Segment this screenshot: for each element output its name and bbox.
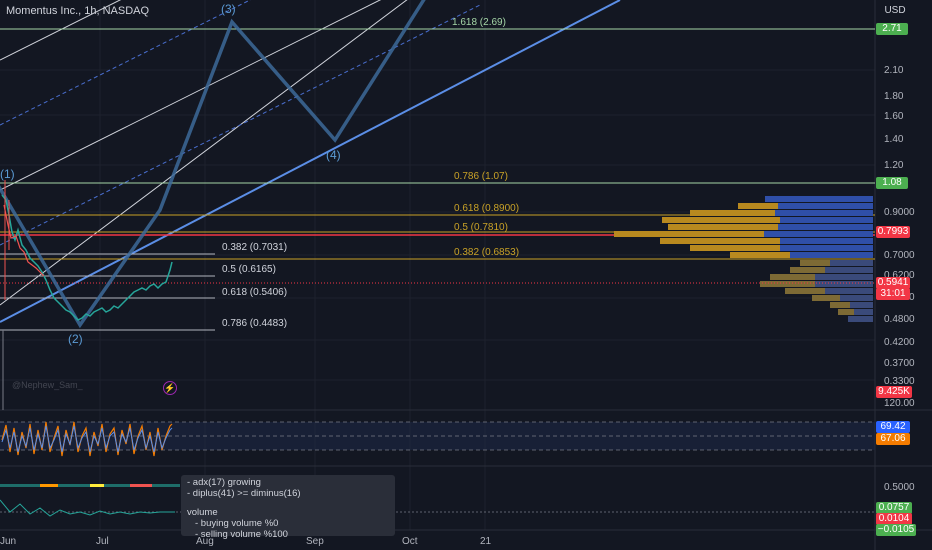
- volume-tag: 9.425K: [876, 386, 912, 398]
- fib-label-0618-left: 0.618 (0.5406): [222, 287, 288, 298]
- tooltip-line: - diplus(41) >= diminus(16): [187, 488, 301, 499]
- price-axis-label: 0.7000: [884, 250, 915, 261]
- countdown-tag: 31:01: [876, 288, 910, 300]
- tooltip-line: - selling volume %100: [195, 529, 288, 540]
- price-axis-label: 0.4800: [884, 314, 915, 325]
- bolt-icon[interactable]: ⚡: [163, 381, 177, 395]
- time-label-oct: Oct: [402, 536, 418, 547]
- tooltip-line: - adx(17) growing: [187, 477, 261, 488]
- fib-label-0382-left: 0.382 (0.7031): [222, 242, 288, 253]
- author-watermark: @Nephew_Sam_: [12, 380, 83, 390]
- currency-button[interactable]: USD: [880, 4, 910, 18]
- price-axis-label: 0.5000: [884, 482, 915, 493]
- wave-label-2: (2): [68, 332, 83, 346]
- fib-label-1618: 1.618 (2.69): [452, 17, 506, 28]
- indicator-tooltip: - adx(17) growing - diplus(41) >= diminu…: [181, 475, 395, 540]
- time-label-jun: Jun: [0, 536, 17, 547]
- price-tag-1-08: 1.08: [876, 177, 908, 189]
- time-label-21: 21: [480, 536, 492, 547]
- time-label-jul: Jul: [96, 536, 109, 547]
- price-axis-label: 120.00: [884, 398, 915, 409]
- rsi-tag-blue: 69.42: [876, 421, 910, 433]
- price-axis-label: 0.3700: [884, 358, 915, 369]
- indicator-tag-3: −0.0105: [876, 524, 916, 536]
- price-tag-2-71: 2.71: [876, 23, 908, 35]
- tooltip-line: [187, 499, 389, 507]
- wave-label-4: (4): [326, 148, 341, 162]
- fib-label-05-right: 0.5 (0.7810): [454, 222, 508, 233]
- rsi-tag-orange: 67.06: [876, 433, 910, 445]
- price-axis-label: 1.40: [884, 134, 904, 145]
- chart-canvas[interactable]: [0, 0, 932, 550]
- wave-label-1: (1): [0, 167, 15, 181]
- price-axis-label: 2.10: [884, 65, 904, 76]
- price-axis-label: 1.60: [884, 111, 904, 122]
- price-axis-label: 0.4200: [884, 337, 915, 348]
- fib-label-0618-right: 0.618 (0.8900): [454, 203, 520, 214]
- price-tag-red-level: 0.7993: [876, 226, 910, 238]
- fib-label-05-left: 0.5 (0.6165): [222, 264, 276, 275]
- tooltip-line: volume: [187, 507, 218, 518]
- price-axis-label: 1.80: [884, 91, 904, 102]
- chart-title: Momentus Inc., 1h, NASDAQ: [6, 5, 150, 17]
- fib-label-0786-left: 0.786 (0.4483): [222, 318, 288, 329]
- fib-label-0382-right: 0.382 (0.6853): [454, 247, 520, 258]
- price-axis-label: 0.9000: [884, 207, 915, 218]
- tooltip-line: - buying volume %0: [195, 518, 279, 529]
- price-axis-label: 1.20: [884, 160, 904, 171]
- fib-label-0786-right: 0.786 (1.07): [454, 171, 508, 182]
- wave-label-3: (3): [221, 2, 236, 16]
